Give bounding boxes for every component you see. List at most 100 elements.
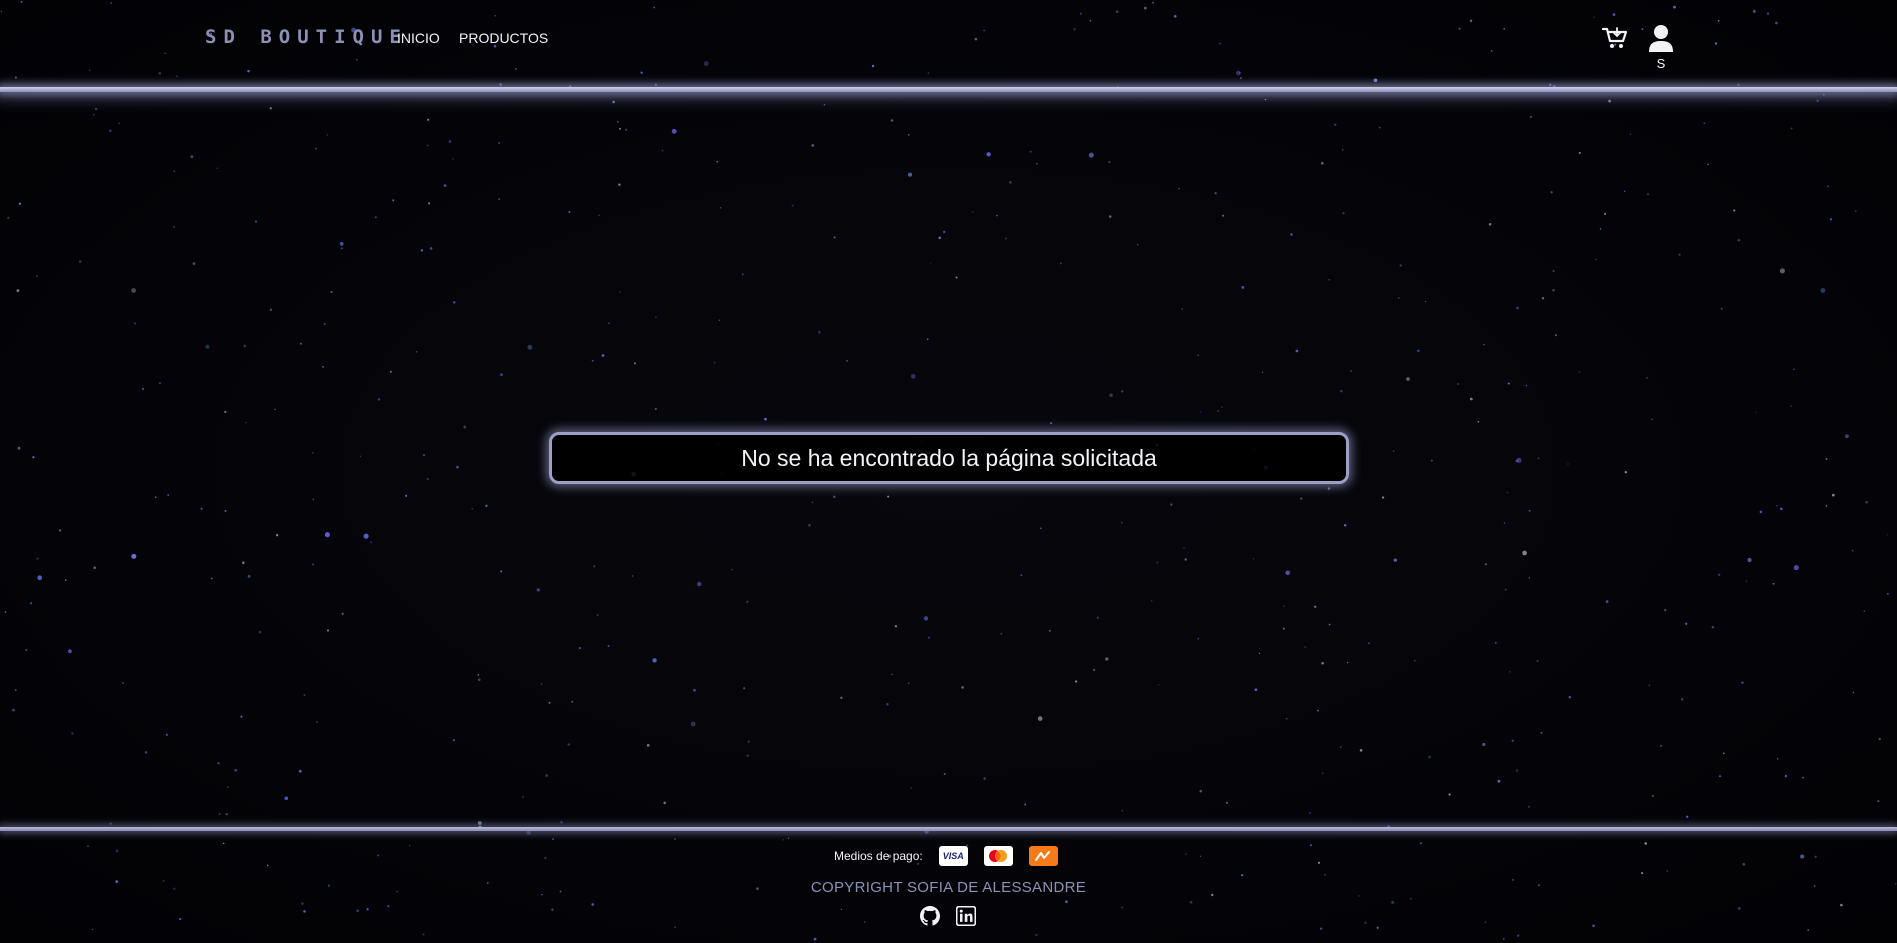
star [226,786,229,788]
star [746,754,749,757]
star [1537,457,1540,460]
star [300,342,303,345]
star [1004,237,1007,240]
star [1800,854,1805,859]
star [1121,522,1123,524]
star [429,247,433,250]
star [929,263,932,265]
star [471,508,473,510]
star [1189,900,1193,904]
star [652,658,657,663]
star [908,682,910,684]
star [1541,296,1545,300]
star [1825,458,1828,460]
mastercard-icon [983,846,1013,866]
star [1845,434,1849,439]
star [87,845,89,848]
star [1685,622,1688,625]
star [1121,906,1124,909]
star [1137,244,1139,246]
star [1592,924,1595,927]
github-link[interactable] [920,906,940,926]
nav-productos[interactable]: PRODUCTOS [459,30,548,46]
star [1719,775,1721,777]
star [1816,99,1820,103]
copyright: COPYRIGHT SOFIA DE ALESSANDRE [810,879,1087,896]
star [370,541,373,544]
star [1393,558,1397,562]
star [1368,642,1370,645]
star [1887,593,1889,595]
star [1711,626,1714,629]
star [192,262,196,265]
star [37,575,43,581]
star [612,100,615,104]
star [720,207,722,209]
linkedin-link[interactable] [955,905,977,927]
star [340,247,343,250]
star [1648,684,1651,687]
cart-icon [1601,27,1628,48]
star [477,674,480,676]
star [1392,450,1395,452]
star [1309,812,1311,815]
brand-logo[interactable]: SD BOUTIQUE [205,26,408,48]
cart-button[interactable] [1601,26,1628,50]
star [697,581,702,587]
star [1327,487,1331,490]
star [943,772,946,776]
star [18,202,22,205]
star [1647,193,1649,195]
star [16,289,20,292]
not-found-message: No se ha encontrado la página solicitada [741,444,1157,471]
star [1317,861,1321,864]
star [596,614,599,616]
star [986,152,991,157]
star [405,494,408,497]
nav-inicio[interactable]: INICIO [397,30,440,46]
star [1088,152,1094,158]
user-button[interactable]: S [1648,24,1674,72]
star [1737,239,1741,242]
star [392,199,395,202]
star [17,446,21,450]
star [389,370,392,373]
star [1664,608,1667,612]
star [1504,588,1507,591]
star [823,104,826,106]
star [718,319,721,321]
star [200,507,203,510]
star [1317,709,1319,712]
star [1221,406,1223,408]
star [544,856,547,860]
star [1644,842,1647,845]
star [996,214,998,217]
star [1328,623,1331,626]
star [1469,397,1473,401]
star [593,565,596,568]
star [315,147,317,150]
star [1039,527,1042,530]
star [303,910,306,913]
star [377,854,380,857]
star [1183,547,1185,549]
star [216,167,218,169]
star [36,275,38,277]
star [141,387,145,391]
star [1320,161,1324,165]
star [92,928,94,931]
star [983,777,986,780]
star [1035,933,1038,937]
star [1578,151,1581,154]
star [222,842,225,845]
star [1105,657,1109,661]
star [1417,349,1420,352]
star [1304,646,1307,648]
star [1759,510,1763,514]
star [1457,383,1460,385]
star [526,830,531,835]
star [713,361,716,364]
star [1827,185,1829,188]
star [747,740,750,743]
star [1334,123,1337,126]
